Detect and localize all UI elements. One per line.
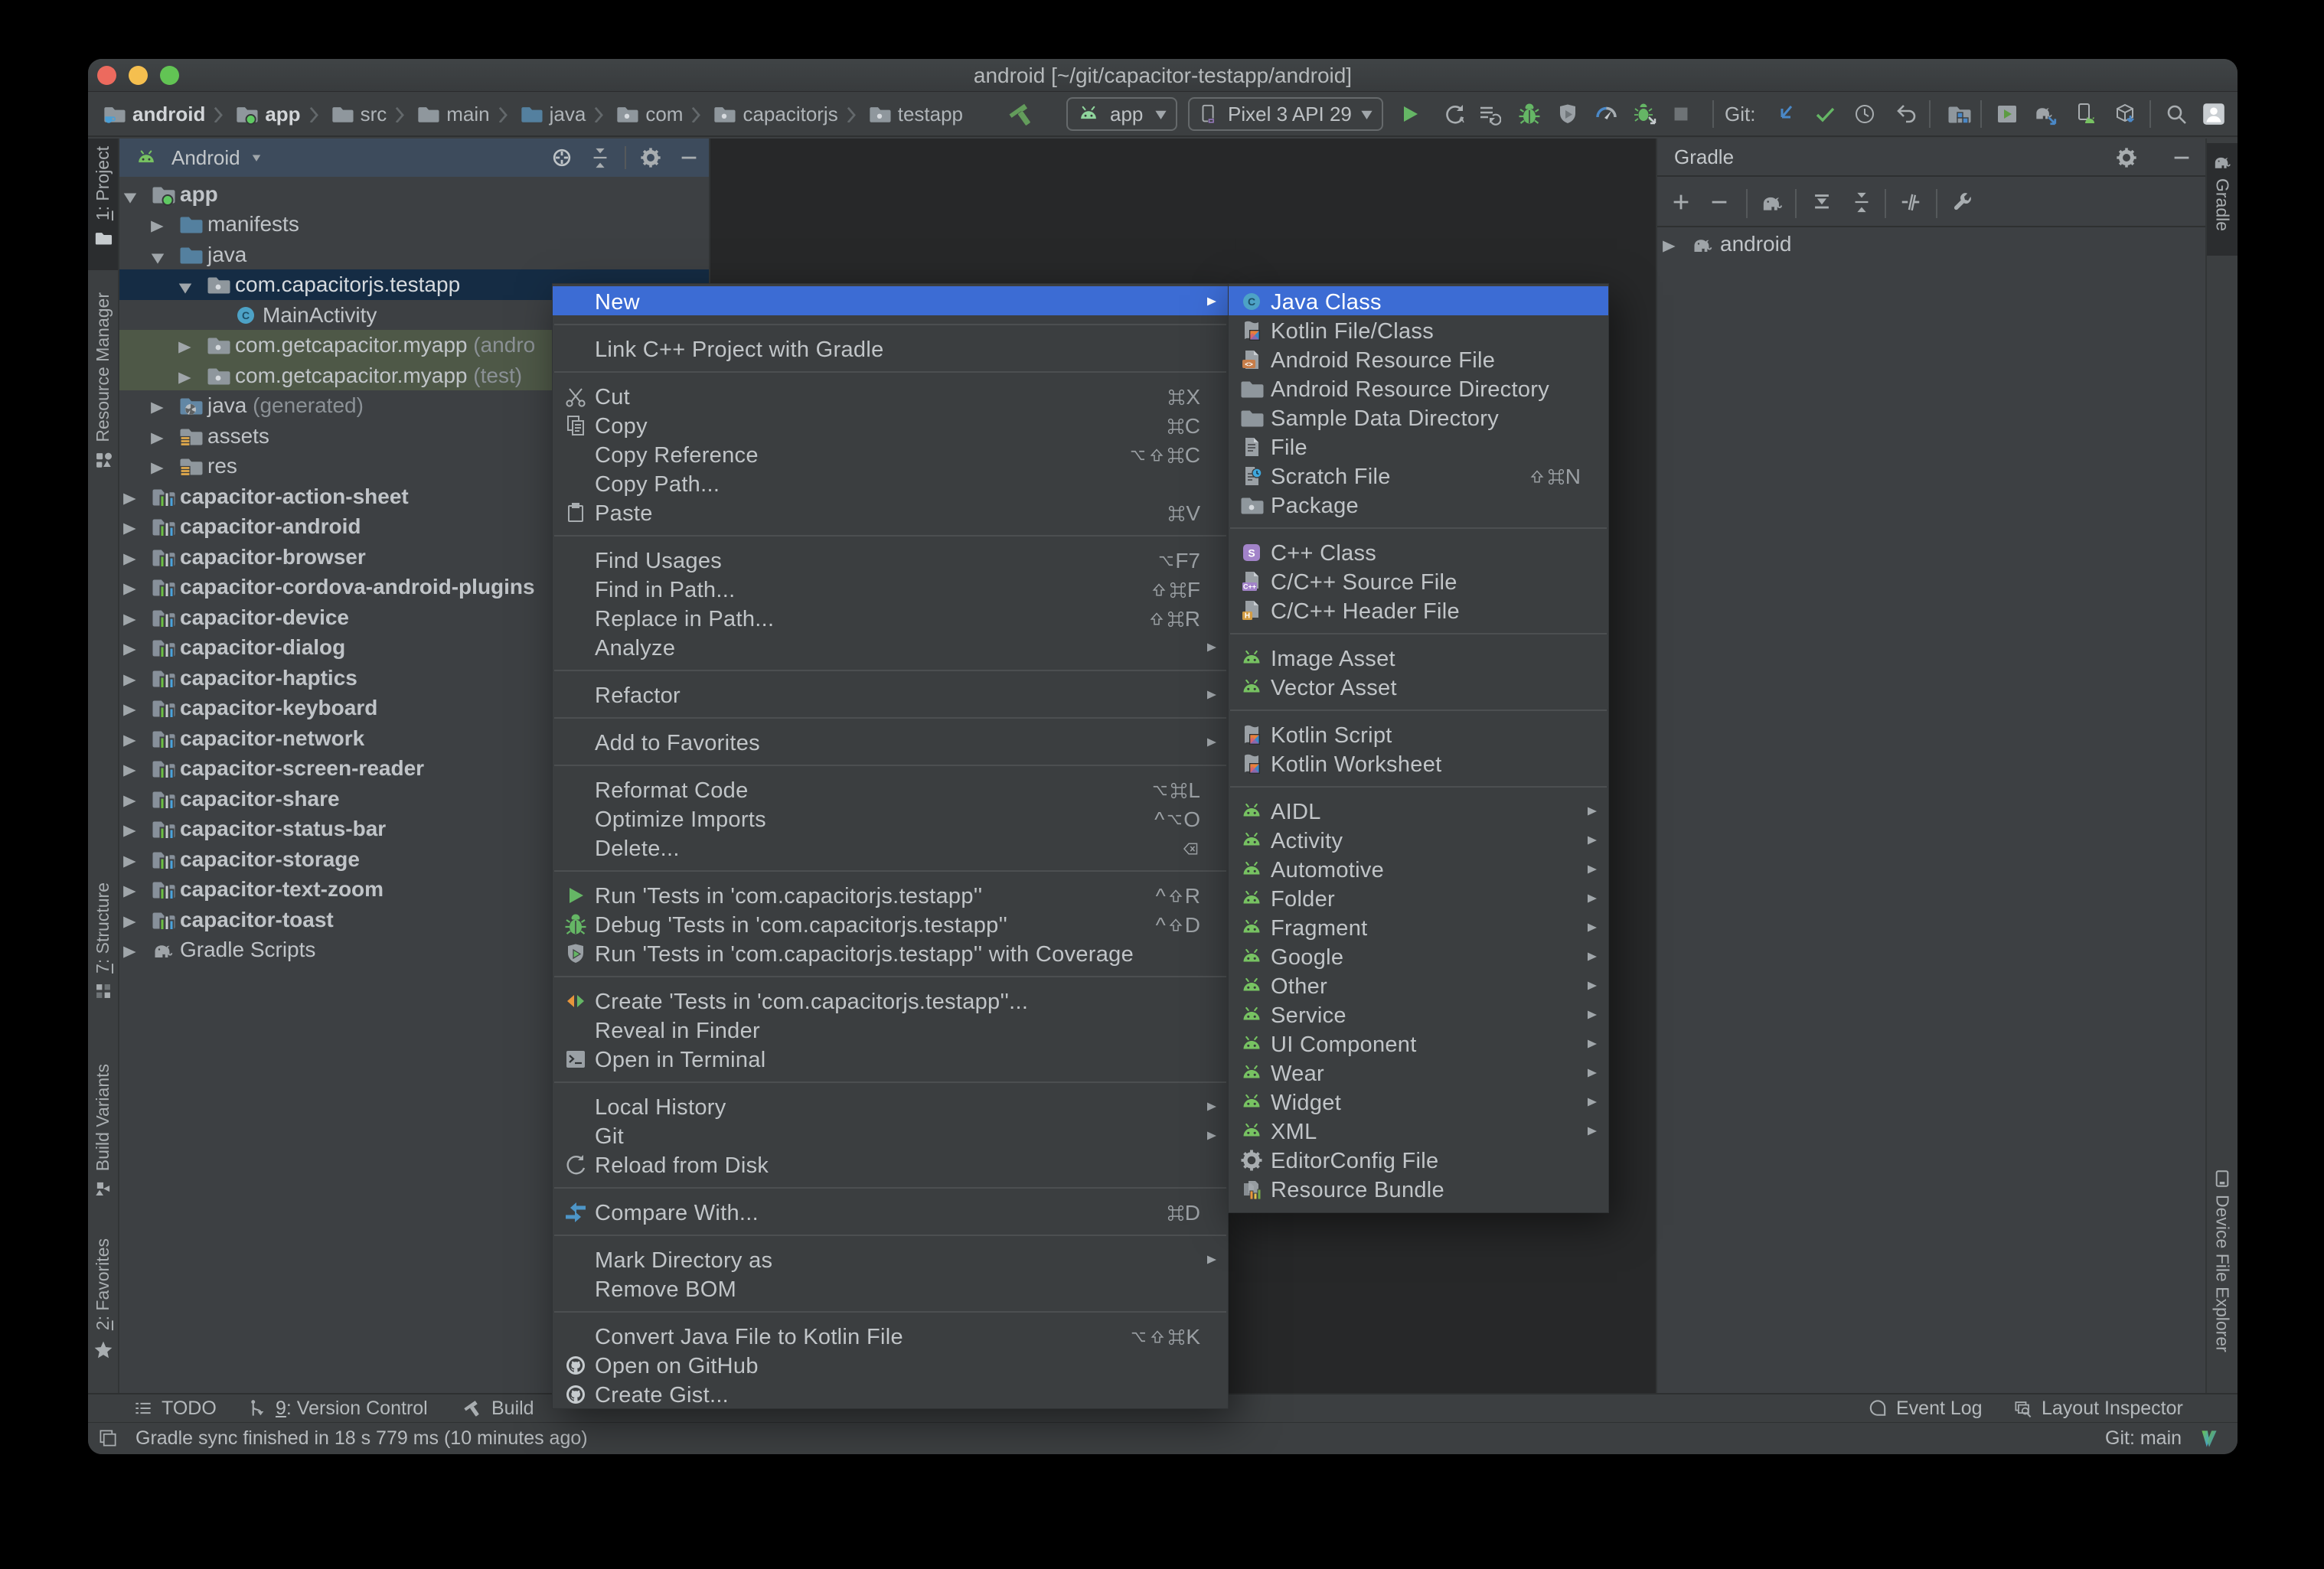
svg-text:C: C (1248, 295, 1255, 308)
svg-text:C: C (242, 309, 250, 321)
svg-text:A: A (1458, 116, 1464, 125)
svg-text:C++: C++ (1243, 583, 1256, 591)
svg-text:<>: <> (1245, 360, 1253, 368)
svg-text:H: H (1245, 612, 1250, 621)
svg-text:S: S (1248, 547, 1255, 559)
